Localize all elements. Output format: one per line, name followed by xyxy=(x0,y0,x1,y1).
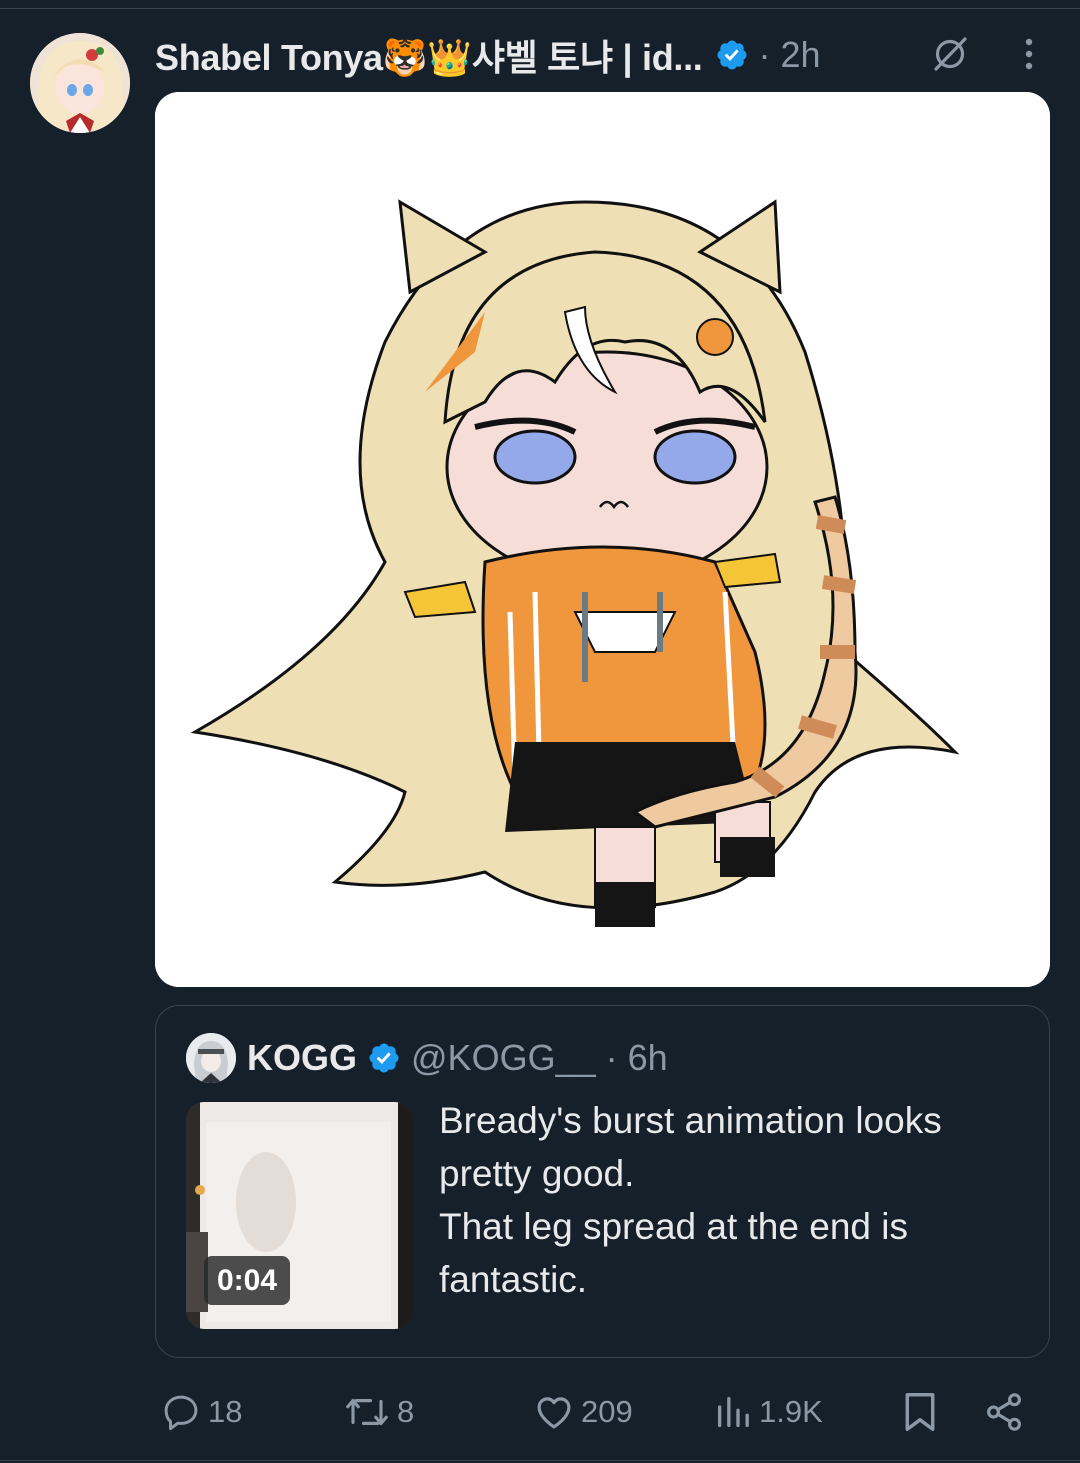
bottom-divider xyxy=(0,1460,1080,1461)
quoted-author-avatar[interactable] xyxy=(186,1033,236,1083)
like-count: 209 xyxy=(581,1394,633,1429)
reply-button[interactable]: 18 xyxy=(160,1385,242,1439)
video-duration: 0:04 xyxy=(204,1256,291,1305)
share-button[interactable] xyxy=(983,1385,1025,1439)
repost-button[interactable]: 8 xyxy=(343,1385,414,1439)
post-image[interactable] xyxy=(155,92,1050,987)
bookmark-icon xyxy=(905,1393,935,1431)
analytics-icon xyxy=(718,1397,749,1427)
repost-icon xyxy=(346,1398,388,1426)
quoted-post[interactable]: KOGG @KOGG__ · 6h 0:04 Bready's burst an… xyxy=(155,1005,1050,1358)
heart-icon xyxy=(537,1397,571,1429)
reply-count: 18 xyxy=(208,1394,243,1429)
author-avatar[interactable] xyxy=(30,33,130,133)
post-time[interactable]: · 2h xyxy=(759,34,821,76)
views-button[interactable]: 1.9K xyxy=(713,1385,823,1439)
quoted-author-name[interactable]: KOGG xyxy=(247,1037,357,1079)
quoted-text-line: fantastic. xyxy=(439,1259,588,1300)
more-icon[interactable] xyxy=(1015,36,1043,72)
reply-icon xyxy=(164,1395,198,1431)
repost-count: 8 xyxy=(397,1394,415,1429)
quoted-text-line: That leg spread at the end is xyxy=(439,1206,908,1247)
quoted-text-line: Bready's burst animation looks xyxy=(439,1100,942,1141)
verified-badge-icon xyxy=(369,1043,399,1073)
quoted-post-header: KOGG @KOGG__ · 6h xyxy=(186,1033,668,1083)
bookmark-button[interactable] xyxy=(900,1385,940,1439)
grok-icon[interactable] xyxy=(930,34,970,74)
video-thumbnail[interactable]: 0:04 xyxy=(186,1102,413,1329)
share-icon xyxy=(987,1393,1021,1431)
action-bar: 18 8 209 1.9K xyxy=(155,1385,1050,1439)
author-name[interactable]: Shabel Tonya🐯👑샤벨 토냐 | id... xyxy=(155,29,703,81)
views-count: 1.9K xyxy=(759,1394,823,1429)
quoted-text-line: pretty good. xyxy=(439,1153,635,1194)
post-header: Shabel Tonya🐯👑샤벨 토냐 | id... · 2h xyxy=(155,30,1055,80)
verified-badge-icon xyxy=(716,40,747,70)
like-button[interactable]: 209 xyxy=(533,1385,633,1439)
quoted-post-text: Bready's burst animation looks pretty go… xyxy=(439,1094,1029,1306)
top-divider xyxy=(0,8,1080,9)
quoted-author-handle[interactable]: @KOGG__ · 6h xyxy=(411,1037,668,1079)
